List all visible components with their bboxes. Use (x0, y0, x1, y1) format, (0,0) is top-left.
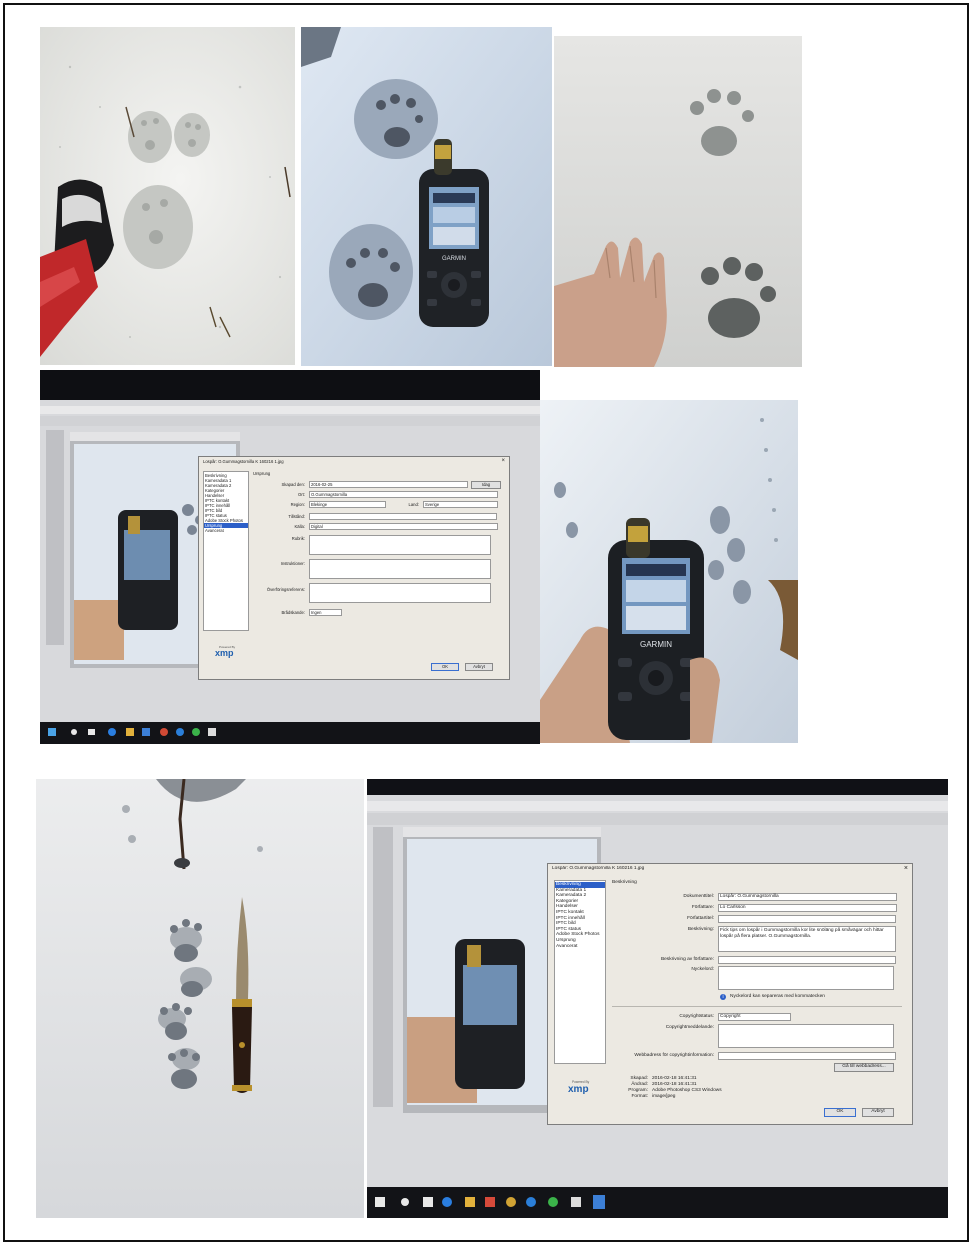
gps-brand-label: GARMIN (442, 256, 466, 262)
author-title-input[interactable] (718, 915, 896, 923)
boot-and-tracks-photo (40, 27, 295, 365)
credit-input[interactable] (309, 513, 497, 520)
document-title-input[interactable]: Lospår: O.Gummagstornilla (718, 893, 897, 901)
cancel-button[interactable]: Avbryt (862, 1108, 894, 1117)
meta-value: Adobe Photoshop CS3 Windows (652, 1088, 722, 1093)
field-label: Region: (290, 502, 305, 507)
country-input[interactable]: Sverige (423, 501, 498, 508)
keywords-textarea[interactable] (718, 966, 894, 990)
field-label: Webbadress för copyrightinformation: (634, 1053, 714, 1058)
field-label: Källa: (294, 524, 305, 529)
sidebar-item[interactable]: Avancerat (555, 944, 605, 950)
field-label: Copyrightmeddelande: (665, 1025, 714, 1030)
field-label: Ort: (298, 492, 305, 497)
headline-textarea[interactable] (309, 535, 491, 555)
ok-button[interactable]: OK (431, 663, 459, 671)
author-input[interactable]: Lo Carlsson (718, 904, 897, 912)
today-button[interactable]: Idag (471, 481, 501, 489)
divider (612, 1006, 902, 1007)
field-label: Land: (408, 502, 419, 507)
sidebar-item[interactable]: Avancerat (204, 528, 248, 533)
xmp-logo: xmp (215, 648, 234, 658)
monitor-metadata-dialog-photo-1: Lospår: O.Gummagstornilla K 160216 1.jpg… (40, 370, 540, 744)
field-label: Skapad den: (281, 482, 305, 487)
description-textarea[interactable]: Fick tips om lospår i Gummagstornilla ko… (718, 926, 896, 952)
copyright-url-input[interactable] (718, 1052, 896, 1060)
dialog-title: Lospår: O.Gummagstornilla K 160216 1.jpg (203, 459, 284, 464)
field-label: Beskrivning: (687, 927, 714, 932)
close-icon[interactable]: × (904, 865, 908, 872)
section-title: Beskrivning (612, 880, 637, 885)
field-label: Rubrik: (291, 536, 305, 541)
field-label: Författare: (691, 905, 714, 910)
knife-and-tracks-photo (36, 779, 364, 1218)
gps-and-pawprints-photo: GARMIN (301, 27, 552, 366)
close-icon[interactable]: × (501, 458, 505, 464)
info-icon: i (720, 994, 726, 1000)
cancel-button[interactable]: Avbryt (465, 663, 493, 671)
field-label: Tillstånd: (288, 514, 305, 519)
dialog-sidebar: Beskrivning Kameradata 1 Kameradata 2 Ka… (554, 880, 606, 1064)
dialog-title: Lospår: O.Gummagstornilla K 160216 1.jpg (552, 866, 645, 871)
gps-brand-label: GARMIN (640, 640, 672, 649)
description-writer-input[interactable] (718, 956, 896, 964)
transmission-ref-textarea[interactable] (309, 583, 491, 603)
gps-closeup-tracks-photo: GARMIN (540, 400, 798, 743)
keyword-note: Nyckelord kan separeras med kommatecken (730, 994, 825, 999)
field-label: Nyckelord: (691, 967, 714, 972)
city-input[interactable]: O.Gummagstornilla (309, 491, 498, 498)
urgency-select[interactable]: Ingen (309, 609, 342, 616)
meta-value: 2016-02-18 16:41:31 (652, 1082, 697, 1087)
goto-url-button[interactable]: Gå till webbadress... (834, 1063, 894, 1072)
field-label: Författartitel: (687, 916, 714, 921)
field-label: Beskrivning av författare: (660, 957, 714, 962)
meta-value: image/jpeg (652, 1094, 676, 1099)
section-title: Ursprung (253, 471, 271, 476)
ok-button[interactable]: OK (824, 1108, 856, 1117)
file-info-dialog-1: Lospår: O.Gummagstornilla K 160216 1.jpg… (198, 456, 510, 680)
created-date-input[interactable]: 2016-02-25 (309, 481, 468, 488)
meta-label: Ändrad: (631, 1082, 648, 1087)
region-input[interactable]: Blekinge (309, 501, 386, 508)
dialog-sidebar: Beskrivning Kameradata 1 Kameradata 2 Ka… (203, 471, 249, 631)
meta-value: 2016-02-18 16:41:31 (652, 1076, 697, 1081)
field-label: Instruktioner: (280, 561, 305, 566)
field-label: Överföringsreferens: (266, 587, 305, 592)
source-input[interactable]: Digital (309, 523, 498, 530)
monitor-metadata-dialog-photo-2: Lospår: O.Gummagstornilla K 160216 1.jpg… (367, 779, 948, 1218)
instructions-textarea[interactable] (309, 559, 491, 579)
meta-label: Program: (628, 1088, 648, 1093)
hand-and-pawprints-photo (554, 36, 802, 367)
meta-label: Skapad: (630, 1076, 648, 1081)
copyright-status-select[interactable]: Copyright (718, 1013, 791, 1021)
field-label: Copyrightstatus: (679, 1014, 714, 1019)
field-label: Dokumenttitel: (683, 894, 714, 899)
xmp-logo: xmp (568, 1084, 589, 1095)
copyright-notice-textarea[interactable] (718, 1024, 894, 1048)
field-label: Brådskande: (281, 610, 305, 615)
file-info-dialog-2: Lospår: O.Gummagstornilla K 160216 1.jpg… (547, 863, 913, 1125)
meta-label: Format: (631, 1094, 648, 1099)
